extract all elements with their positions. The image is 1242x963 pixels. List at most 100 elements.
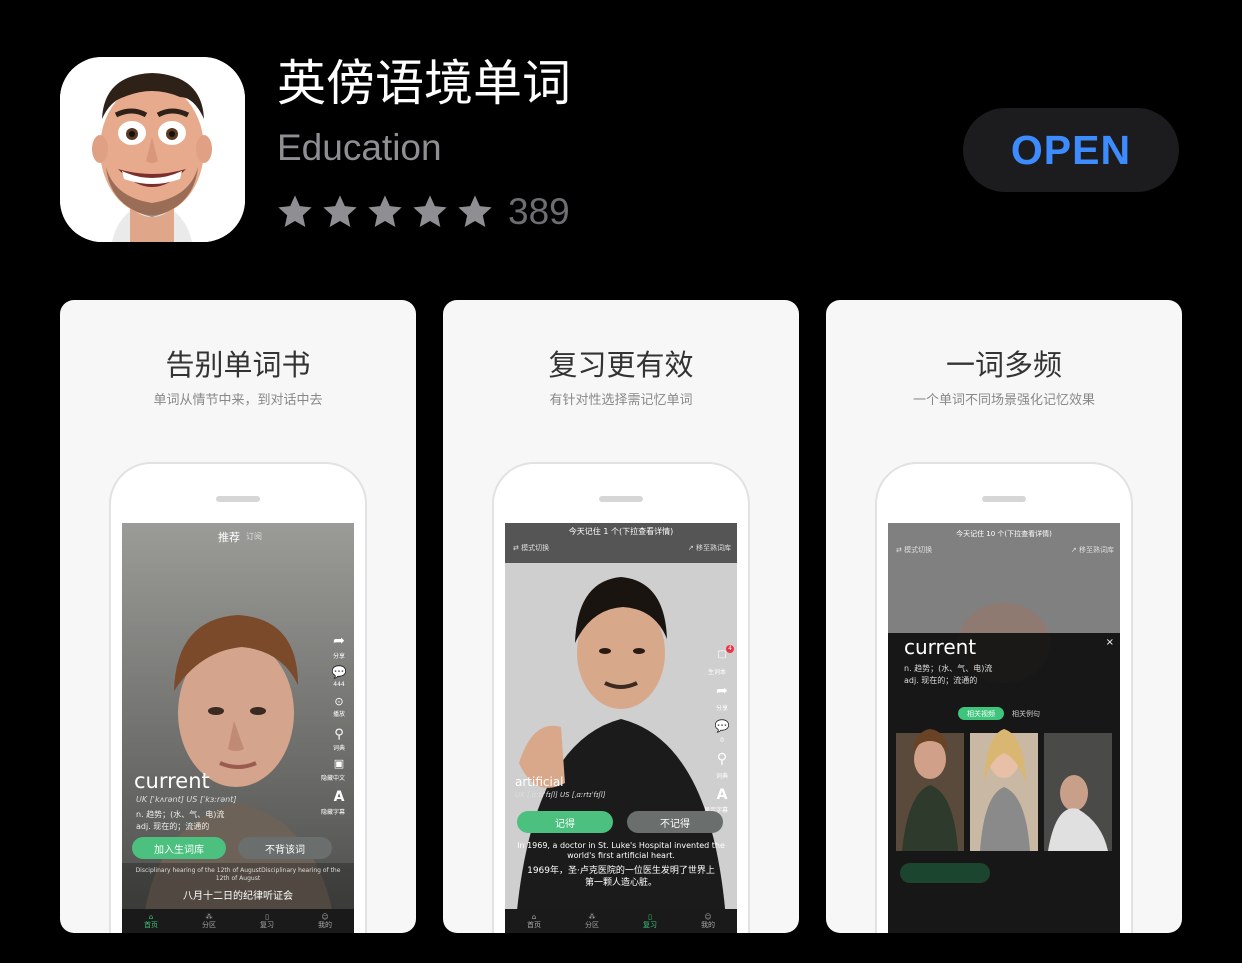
- nav-home[interactable]: ⌂ 首页: [527, 913, 541, 929]
- screenshot-1[interactable]: 告别单词书 单词从情节中来，到对话中去 推荐 订阅 ➦ 分享 💬 444 ⊙ 播…: [60, 300, 416, 933]
- nav-section[interactable]: ⁂ 分区: [585, 913, 599, 929]
- definition-noun: n. 趋势；(水、气、电)流: [136, 810, 225, 819]
- video-frame-illustration: [888, 523, 1120, 933]
- nav-label: 首页: [144, 921, 158, 929]
- move-to-known[interactable]: ↗ 移至熟词库: [688, 543, 731, 553]
- font-a-icon[interactable]: A: [713, 787, 731, 803]
- open-button[interactable]: OPEN: [963, 108, 1179, 192]
- rating-count: 389: [508, 191, 570, 232]
- star-icon: [368, 195, 402, 227]
- definition-adj: adj. 现在的；流通的: [904, 676, 978, 685]
- nav-label: 复习: [643, 921, 657, 929]
- screenshot-subtitle: 单词从情节中来，到对话中去: [153, 393, 323, 408]
- mode-switch[interactable]: ⇄ 模式切换: [896, 545, 932, 555]
- caption-english: In 1969, a doctor in St. Luke's Hospital…: [517, 841, 725, 860]
- section-icon: ⁂: [588, 913, 596, 921]
- side-label: 分享: [332, 653, 345, 660]
- side-label: 生词本: [707, 669, 726, 676]
- share-icon[interactable]: ➦: [330, 633, 348, 649]
- nav-review[interactable]: ▯ 复习: [260, 913, 274, 929]
- star-icon: [458, 195, 492, 227]
- section-icon: ⁂: [205, 913, 213, 921]
- app-title: 英傍语境单词: [277, 55, 572, 112]
- skip-word-button[interactable]: 不背该词: [238, 837, 332, 859]
- hide-chinese-icon[interactable]: ▣: [330, 757, 348, 770]
- vocab-word: artificial: [515, 775, 564, 789]
- side-label: 播放: [332, 711, 345, 718]
- phonetic: UK [ˈkʌrənt] US [ˈkɜːrənt]: [136, 795, 237, 804]
- move-to-known[interactable]: ↗ 移至熟词库: [1071, 545, 1114, 555]
- comment-icon[interactable]: 💬: [713, 719, 731, 733]
- bottom-nav: ⌂ 首页 ⁂ 分区 ▯ 复习 ☺ 我的: [505, 909, 737, 933]
- nav-label: 我的: [318, 921, 332, 929]
- share-icon[interactable]: ➦: [713, 683, 731, 699]
- review-icon: ▯: [648, 913, 652, 921]
- phone-screen: 今天记住 10 个(下拉查看详情) ⇄ 模式切换 ↗ 移至熟词库 × curre…: [888, 523, 1120, 933]
- caption-english: Disciplinary hearing of the 12th of Augu…: [135, 867, 341, 882]
- nav-me[interactable]: ☺ 我的: [318, 913, 332, 929]
- tab-related-sentences[interactable]: 相关例句: [1012, 709, 1040, 719]
- side-label: 分享: [715, 705, 728, 712]
- side-label: 0: [720, 737, 724, 744]
- nav-label: 我的: [701, 921, 715, 929]
- nav-label: 分区: [202, 921, 216, 929]
- vocab-word: current: [134, 769, 210, 793]
- close-icon[interactable]: ×: [1106, 637, 1114, 648]
- today-count[interactable]: 今天记住 10 个(下拉查看详情): [888, 529, 1120, 539]
- app-icon-face-illustration: [60, 57, 245, 242]
- mode-switch[interactable]: ⇄ 模式切换: [513, 543, 549, 553]
- search-icon[interactable]: ⚲: [713, 751, 731, 767]
- tab-subscribe[interactable]: 订阅: [246, 531, 262, 542]
- home-icon: ⌂: [531, 913, 537, 921]
- star-icon: [413, 195, 447, 227]
- screenshot-3[interactable]: 一词多频 一个单词不同场景强化记忆效果 今天记住 10 个(下拉查看详情) ⇄ …: [826, 300, 1182, 933]
- screenshot-title: 一词多频: [945, 348, 1062, 382]
- screenshot-2[interactable]: 复习更有效 有针对性选择需记忆单词 今天记住 1 个(下拉查看详情) ⇄ 模式切…: [443, 300, 799, 933]
- wordbook-badge: 4: [726, 645, 734, 653]
- font-a-icon[interactable]: A: [330, 789, 348, 805]
- review-icon: ▯: [265, 913, 269, 921]
- phonetic: UK [ˌɑːtɪˈfɪʃl] US [ˌɑːrtɪˈfɪʃl]: [515, 791, 606, 799]
- star-icon: [278, 195, 312, 227]
- screenshot-subtitle: 一个单词不同场景强化记忆效果: [912, 393, 1095, 408]
- rating: 389: [275, 190, 570, 234]
- phone-screen: 推荐 订阅 ➦ 分享 💬 444 ⊙ 播放 ⚲ 词典 ▣ 隐藏中文 A 隐藏字幕…: [122, 523, 354, 933]
- add-to-wordbook-button[interactable]: 加入生词库: [132, 837, 226, 859]
- remember-button[interactable]: 记得: [517, 811, 613, 833]
- today-count[interactable]: 今天记住 1 个(下拉查看详情): [505, 526, 737, 537]
- nav-section[interactable]: ⁂ 分区: [202, 913, 216, 929]
- star-icon: [323, 195, 357, 227]
- nav-label: 首页: [527, 921, 541, 929]
- search-icon[interactable]: ⚲: [330, 727, 348, 742]
- profile-icon: ☺: [704, 913, 712, 921]
- bottom-nav: ⌂ 首页 ⁂ 分区 ▯ 复习 ☺ 我的: [122, 909, 354, 933]
- app-category[interactable]: Education: [277, 124, 442, 172]
- profile-icon: ☺: [321, 913, 329, 921]
- phone-speaker: [599, 496, 643, 502]
- phone-speaker: [982, 496, 1026, 502]
- tab-recommend[interactable]: 推荐: [218, 529, 240, 545]
- side-label: 隐藏字幕: [320, 809, 345, 816]
- definition-adj: adj. 现在的；流通的: [136, 822, 210, 831]
- caption-chinese: 1969年，圣·卢克医院的一位医生发明了世界上第一颗人造心脏。: [527, 866, 715, 888]
- nav-review[interactable]: ▯ 复习: [643, 913, 657, 929]
- side-label: 444: [333, 681, 345, 688]
- side-label: 词典: [715, 773, 728, 780]
- screenshot-title: 告别单词书: [165, 348, 311, 382]
- tab-related-videos[interactable]: 相关视频: [958, 707, 1004, 720]
- home-icon: ⌂: [148, 913, 154, 921]
- nav-me[interactable]: ☺ 我的: [701, 913, 715, 929]
- screenshot-title: 复习更有效: [548, 348, 694, 382]
- play-icon[interactable]: ⊙: [330, 695, 348, 708]
- definition-noun: n. 趋势；(水、气、电)流: [904, 664, 993, 673]
- caption-chinese: 八月十二日的纪律听证会: [183, 891, 293, 902]
- nav-label: 复习: [260, 921, 274, 929]
- forgot-button[interactable]: 不记得: [627, 811, 723, 833]
- nav-home[interactable]: ⌂ 首页: [144, 913, 158, 929]
- screenshot-subtitle: 有针对性选择需记忆单词: [549, 393, 693, 408]
- comment-icon[interactable]: 💬: [330, 665, 348, 679]
- vocab-word: current: [904, 635, 977, 659]
- phone-screen: 今天记住 1 个(下拉查看详情) ⇄ 模式切换 ↗ 移至熟词库 ▢ 4 生词本 …: [505, 523, 737, 933]
- nav-label: 分区: [585, 921, 599, 929]
- phone-speaker: [216, 496, 260, 502]
